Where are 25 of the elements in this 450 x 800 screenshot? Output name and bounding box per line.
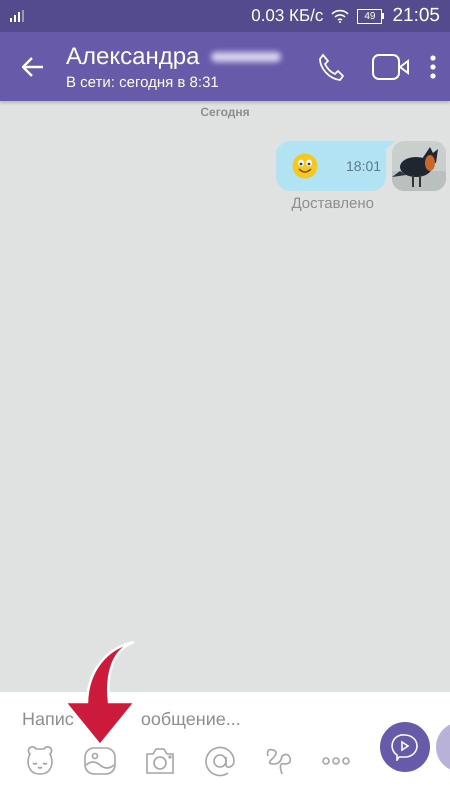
- wifi-icon: [331, 9, 350, 23]
- more-options-icon[interactable]: [430, 54, 436, 78]
- doodle-icon[interactable]: [264, 746, 294, 776]
- delivery-status: Доставлено: [291, 195, 374, 212]
- send-button[interactable]: [380, 722, 430, 772]
- message-input-field[interactable]: Напис ообщение...: [0, 692, 450, 735]
- video-call-icon[interactable]: [372, 54, 410, 80]
- back-arrow-icon[interactable]: [22, 56, 44, 76]
- redaction-blur: [211, 52, 282, 62]
- clock-time: 21:05: [392, 5, 440, 27]
- at-sign-icon[interactable]: [204, 745, 236, 777]
- gallery-icon[interactable]: [84, 747, 116, 775]
- phone-icon[interactable]: [318, 52, 344, 80]
- online-status: В сети: сегодня в 8:31: [66, 74, 220, 90]
- date-separator: Сегодня: [200, 105, 250, 119]
- camera-icon[interactable]: [144, 747, 176, 775]
- signal-icon: [10, 10, 24, 22]
- message-time: 18:01: [346, 158, 382, 174]
- contact-name: Александра: [66, 42, 200, 70]
- smiley-icon: [292, 153, 318, 179]
- bear-face-icon[interactable]: [24, 746, 56, 776]
- battery-icon: 49: [357, 8, 384, 24]
- video-message-icon: [391, 733, 419, 761]
- more-icon[interactable]: [322, 757, 350, 765]
- network-speed: 0.03 КБ/с: [251, 6, 324, 26]
